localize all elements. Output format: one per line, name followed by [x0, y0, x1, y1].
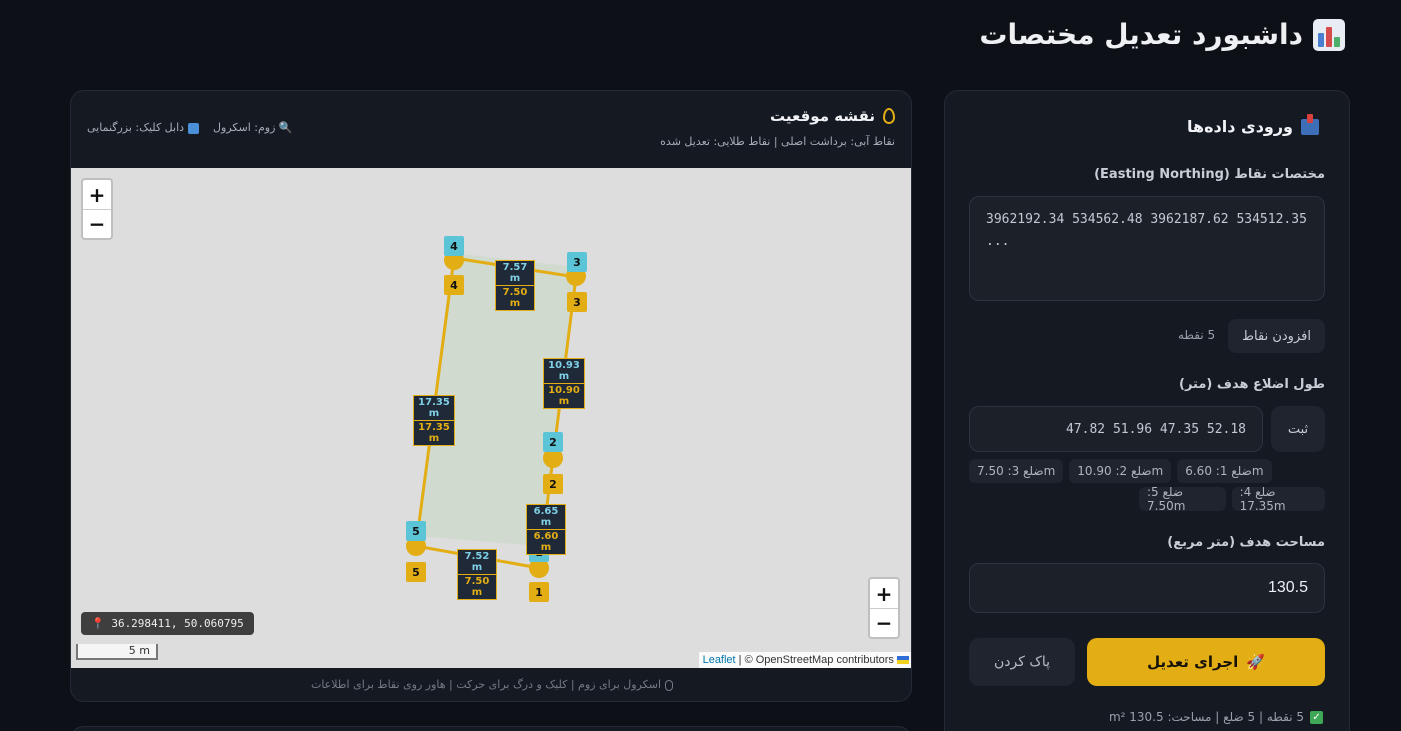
page-title: داشبورد تعدیل مختصات [979, 18, 1345, 51]
page-title-text: داشبورد تعدیل مختصات [979, 18, 1303, 51]
side-chip: ضلع 4: 17.35m [1231, 485, 1325, 513]
adjusted-point-label[interactable]: 2 [543, 474, 563, 494]
zoom-control-bottom: + − [868, 577, 900, 639]
zoom-hint: 🔍 زوم: اسکرول [213, 121, 293, 134]
clear-button[interactable]: پاک کردن [969, 638, 1075, 686]
coords-value: 3962192.34 534562.48 3962187.62 534512.3… [986, 212, 1307, 249]
edge-length-label: 10.93 m 10.90 m [543, 358, 585, 409]
sides-label: طول اضلاع هدف (متر) [1179, 377, 1325, 392]
input-panel-header: ورودی داده‌ها [1187, 113, 1319, 136]
area-input[interactable]: 130.5 [969, 563, 1325, 613]
original-point-label[interactable]: 4 [444, 236, 464, 256]
edge-length-label: 6.65 m 6.60 m [526, 504, 566, 555]
scale-bar: 5 m [76, 644, 158, 660]
leaflet-link[interactable]: Leaflet [703, 654, 736, 666]
original-point-label[interactable]: 3 [567, 252, 587, 272]
status-text: 5 نقطه | 5 ضلع | مساحت: 130.5 m² [1108, 710, 1304, 724]
side-chip: ضلع 1: 6.60m [1177, 459, 1272, 483]
map-subtitle: نقاط آبی: برداشت اصلی | نقاط طلایی: تعدی… [660, 135, 895, 148]
map-footer-text: اسکرول برای زوم | کلیک و درگ برای حرکت |… [310, 678, 662, 691]
inbox-icon [1301, 113, 1319, 135]
original-point-label[interactable]: 5 [406, 521, 426, 541]
dblclick-hint-text: دابل کلیک: بزرگنمایی [87, 121, 185, 134]
check-icon: ✓ [1310, 710, 1323, 724]
map-canvas[interactable]: 4 4 3 3 2 2 1 1 5 5 7.57 m 7.50 m 10.93 … [71, 168, 911, 668]
edge-original-length: 7.52 m [458, 550, 496, 574]
edge-length-label: 17.35 m 17.35 m [413, 395, 455, 446]
adjusted-point-label[interactable]: 4 [444, 275, 464, 295]
map-footer: اسکرول برای زوم | کلیک و درگ برای حرکت |… [71, 678, 911, 691]
zoom-hint-text: زوم: اسکرول [213, 121, 276, 134]
edge-adjusted-length: 6.60 m [527, 529, 565, 554]
input-panel-title: ورودی داده‌ها [1187, 117, 1293, 136]
side-chip: ضلع 5: 7.50m [1139, 485, 1226, 513]
zoom-control-top: + − [81, 178, 113, 240]
original-point-label[interactable]: 2 [543, 432, 563, 452]
edge-adjusted-length: 17.35 m [414, 420, 454, 445]
zoom-in-button[interactable]: + [870, 579, 898, 608]
input-panel: ورودی داده‌ها مختصات نقاط (Easting North… [944, 90, 1350, 731]
refresh-icon [188, 122, 200, 134]
edge-length-label: 7.52 m 7.50 m [457, 549, 497, 600]
area-label: مساحت هدف (متر مربع) [1167, 535, 1325, 550]
magnifier-icon: 🔍 [278, 121, 293, 134]
ukraine-flag-icon [897, 656, 909, 665]
next-panel [70, 726, 912, 731]
dblclick-hint: دابل کلیک: بزرگنمایی [87, 121, 200, 134]
adjusted-point-label[interactable]: 3 [567, 292, 587, 312]
side-chip: ضلع 2: 10.90m [1069, 459, 1172, 483]
map-panel: نقشه موقعیت نقاط آبی: برداشت اصلی | نقاط… [70, 90, 912, 702]
edge-length-label: 7.57 m 7.50 m [495, 260, 535, 311]
sides-value: 47.82 51.96 47.35 52.18 [1065, 421, 1246, 437]
run-adjustment-button[interactable]: 🚀 اجرای تعدیل [1087, 638, 1325, 686]
map-hints: 🔍 زوم: اسکرول دابل کلیک: بزرگنمایی [87, 121, 293, 134]
mouse-icon [665, 679, 674, 691]
edge-adjusted-length: 10.90 m [544, 383, 584, 408]
area-value: 130.5 [1267, 579, 1308, 596]
rocket-icon: 🚀 [1246, 653, 1265, 671]
run-adjustment-label: اجرای تعدیل [1147, 653, 1239, 671]
side-chips-row-1: ضلع 3: 7.50m ضلع 2: 10.90m ضلع 1: 6.60m [969, 459, 1325, 483]
edge-original-length: 10.93 m [544, 359, 584, 383]
adjusted-point-label[interactable]: 5 [406, 562, 426, 582]
zoom-in-button[interactable]: + [83, 180, 111, 209]
edge-adjusted-length: 7.50 m [458, 574, 496, 599]
bar-chart-icon [1313, 18, 1345, 51]
points-count: 5 نقطه [1178, 328, 1216, 342]
map-pin-icon [883, 108, 895, 124]
adjusted-point-label[interactable]: 1 [529, 582, 549, 602]
sides-input[interactable]: 47.82 51.96 47.35 52.18 [969, 406, 1263, 452]
add-points-button[interactable]: افزودن نقاط [1228, 319, 1325, 353]
coords-textarea[interactable]: 3962192.34 534562.48 3962187.62 534512.3… [969, 196, 1325, 301]
side-chip: ضلع 3: 7.50m [969, 459, 1064, 483]
cursor-coordinates: 📍 36.298411, 50.060795 [81, 612, 254, 635]
status-line: ✓ 5 نقطه | 5 ضلع | مساحت: 130.5 m² [1109, 710, 1323, 724]
coords-label: مختصات نقاط (Easting Northing) [1094, 167, 1325, 182]
sides-row: ثبت 47.82 51.96 47.35 52.18 [969, 406, 1325, 452]
zoom-out-button[interactable]: − [83, 209, 111, 238]
edge-original-length: 6.65 m [527, 505, 565, 529]
map-attribution: Leaflet | © OpenStreetMap contributors [698, 652, 911, 668]
edge-adjusted-length: 7.50 m [496, 285, 534, 310]
map-panel-header: نقشه موقعیت [770, 107, 895, 125]
edge-original-length: 7.57 m [496, 261, 534, 285]
side-chips-row-2: ضلع 5: 7.50m ضلع 4: 17.35m [969, 485, 1325, 513]
edge-original-length: 17.35 m [414, 396, 454, 420]
osm-attribution: | © OpenStreetMap contributors [735, 654, 894, 666]
zoom-out-button[interactable]: − [870, 608, 898, 637]
map-panel-title: نقشه موقعیت [770, 107, 875, 125]
save-sides-button[interactable]: ثبت [1271, 406, 1325, 452]
